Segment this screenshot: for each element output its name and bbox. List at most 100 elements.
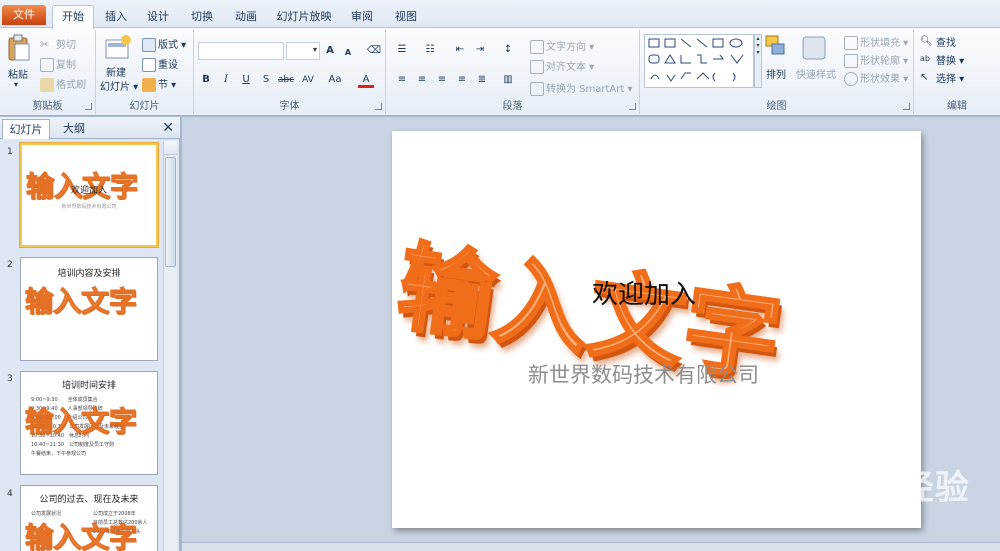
change-case-button[interactable]: Aa	[324, 72, 346, 88]
thumbnail-scrollbar[interactable]	[163, 141, 177, 551]
new-slide-icon[interactable]	[104, 34, 132, 62]
align-center-icon[interactable]: ≡	[414, 72, 430, 88]
tab-home[interactable]: 开始	[52, 5, 94, 29]
tab-view[interactable]: 视图	[390, 6, 422, 28]
shapes-gallery-scroll[interactable]: ▴ ▾ ▾	[754, 34, 762, 88]
slide-thumbnail-1[interactable]: 输入文字 欢迎加入 新世界数码技术有限公司	[20, 143, 158, 247]
shape-outline-button[interactable]: 形状轮廓 ▾	[844, 52, 908, 68]
copy-icon	[40, 58, 54, 72]
decrease-indent-icon[interactable]: ⇤	[452, 42, 468, 58]
paste-button[interactable]: 粘贴	[8, 66, 28, 81]
paragraph-launcher-icon[interactable]	[629, 103, 636, 110]
line-spacing-icon[interactable]: ↕	[500, 42, 516, 58]
shape-effects-button[interactable]: 形状效果 ▾	[844, 70, 908, 86]
section-icon	[142, 78, 156, 92]
section-button[interactable]: 节 ▾	[142, 76, 176, 92]
shape-effects-label: 形状效果	[860, 74, 900, 85]
brush-icon	[40, 78, 54, 92]
smartart-button[interactable]: 转换为 SmartArt ▾	[530, 80, 633, 96]
font-launcher-icon[interactable]	[375, 103, 382, 110]
quick-styles-icon[interactable]	[800, 34, 828, 62]
bullets-icon[interactable]: ☰	[394, 42, 410, 58]
distributed-icon[interactable]: ≣	[474, 72, 490, 88]
reset-label: 重设	[158, 60, 178, 71]
shrink-font-button[interactable]: A	[340, 45, 356, 61]
scroll-up-icon[interactable]	[164, 141, 177, 155]
clipboard-launcher-icon[interactable]	[85, 103, 92, 110]
font-family-dropdown[interactable]	[198, 42, 284, 60]
font-color-button[interactable]: A	[358, 72, 374, 88]
font-size-dropdown[interactable]: ▾	[286, 42, 320, 60]
format-painter-button[interactable]: 格式刷	[40, 76, 86, 92]
select-button[interactable]: ↖ 选择 ▾	[920, 70, 964, 86]
italic-button[interactable]: I	[218, 72, 234, 88]
find-button[interactable]: 🔍︎ 查找	[920, 34, 956, 50]
text-direction-button[interactable]: 文字方向 ▾	[530, 38, 594, 54]
cut-label: 剪切	[56, 40, 76, 51]
clear-format-icon[interactable]: ⌫	[366, 43, 382, 59]
slide-thumbnail-2[interactable]: 培训内容及安排 输入文字	[20, 257, 158, 361]
clipboard-group: 粘贴 ▾ ✂ 剪切 复制 格式刷 剪贴板	[0, 30, 96, 114]
watermark-url: jingyan.baidu.com	[766, 502, 896, 518]
increase-indent-icon[interactable]: ⇥	[472, 42, 488, 58]
font-group: ▾ A A ⌫ B I U S abc AV Aa A 字体	[194, 30, 386, 114]
tab-outline-panel[interactable]: 大纲	[54, 119, 94, 139]
thumbnail-wordart: 输入文字	[24, 285, 138, 319]
text-shadow-button[interactable]: S	[258, 72, 274, 88]
grow-font-button[interactable]: A	[322, 43, 338, 59]
char-spacing-button[interactable]: AV	[298, 72, 318, 88]
reset-button[interactable]: 重设	[142, 56, 178, 72]
strikethrough-button[interactable]: abc	[276, 72, 296, 88]
tab-insert[interactable]: 插入	[100, 6, 132, 28]
align-right-icon[interactable]: ≡	[434, 72, 450, 88]
tab-animations[interactable]: 动画	[230, 6, 262, 28]
tab-design[interactable]: 设计	[142, 6, 174, 28]
columns-icon[interactable]: ▥	[500, 72, 516, 88]
tab-review[interactable]: 审阅	[346, 6, 378, 28]
bold-button[interactable]: B	[198, 72, 214, 88]
new-slide-label[interactable]: 新建	[106, 64, 126, 79]
justify-icon[interactable]: ≡	[454, 72, 470, 88]
slides-panel: 幻灯片 大纲 ✕ 1 输入文字 欢迎加入 新世界数码技术有限公司 2 培训内容及…	[0, 117, 180, 551]
font-size-chevron-icon: ▾	[312, 45, 317, 54]
replace-label: 替换	[936, 56, 956, 67]
tab-file[interactable]: 文件	[2, 5, 46, 25]
close-panel-icon[interactable]: ✕	[162, 119, 174, 137]
section-label: 节	[158, 80, 168, 91]
align-text-button[interactable]: 对齐文本 ▾	[530, 58, 594, 74]
slide-subtitle[interactable]: 新世界数码技术有限公司	[528, 359, 759, 389]
tab-slideshow[interactable]: 幻灯片放映	[274, 6, 334, 28]
arrange-button[interactable]: 排列	[766, 66, 786, 81]
scrollbar-thumb[interactable]	[165, 157, 176, 267]
slide-thumbnail-4[interactable]: 公司的过去、现在及未来 公司发展状况 公司成立于2008年 目前员工总数达200…	[20, 485, 158, 551]
pen-icon	[844, 54, 858, 68]
thumbnail-number: 1	[7, 147, 13, 157]
thumbnail-title: 培训内容及安排	[57, 269, 121, 279]
drawing-launcher-icon[interactable]	[903, 103, 910, 110]
underline-button[interactable]: U	[238, 72, 254, 88]
arrange-icon[interactable]	[764, 34, 788, 58]
layout-icon	[142, 38, 156, 52]
tab-transitions[interactable]: 切换	[186, 6, 218, 28]
slide-thumbnail-3[interactable]: 培训时间安排 9:00~9:30 全体成员集合 9:30~9:40 人事部领导致…	[20, 371, 158, 475]
copy-button[interactable]: 复制	[40, 56, 76, 72]
numbering-icon[interactable]: ☷	[422, 42, 438, 58]
new-slide-button[interactable]: 幻灯片 ▾	[100, 78, 138, 93]
slides-group-label: 幻灯片	[129, 101, 160, 112]
shape-fill-button[interactable]: 形状填充 ▾	[844, 34, 908, 50]
slide-title[interactable]: 欢迎加入	[592, 274, 696, 311]
paste-icon[interactable]	[6, 34, 32, 64]
layout-button[interactable]: 版式 ▾	[142, 36, 186, 52]
shape-fill-label: 形状填充	[860, 38, 900, 49]
cut-button[interactable]: ✂ 剪切	[40, 36, 76, 52]
replace-button[interactable]: ab 替换 ▾	[920, 52, 964, 68]
align-left-icon[interactable]: ≡	[394, 72, 410, 88]
shapes-gallery[interactable]	[644, 34, 754, 88]
text-direction-icon	[530, 40, 544, 54]
ribbon: 粘贴 ▾ ✂ 剪切 复制 格式刷 剪贴板 新建 幻灯片 ▾ 版式 ▾ 重设 节 ▾…	[0, 28, 1000, 116]
tab-slides-panel[interactable]: 幻灯片	[2, 119, 50, 139]
slides-group: 新建 幻灯片 ▾ 版式 ▾ 重设 节 ▾ 幻灯片	[96, 30, 194, 114]
effects-icon	[844, 72, 858, 86]
paste-chevron-icon[interactable]: ▾	[14, 80, 18, 89]
quick-styles-button[interactable]: 快速样式	[796, 66, 836, 81]
